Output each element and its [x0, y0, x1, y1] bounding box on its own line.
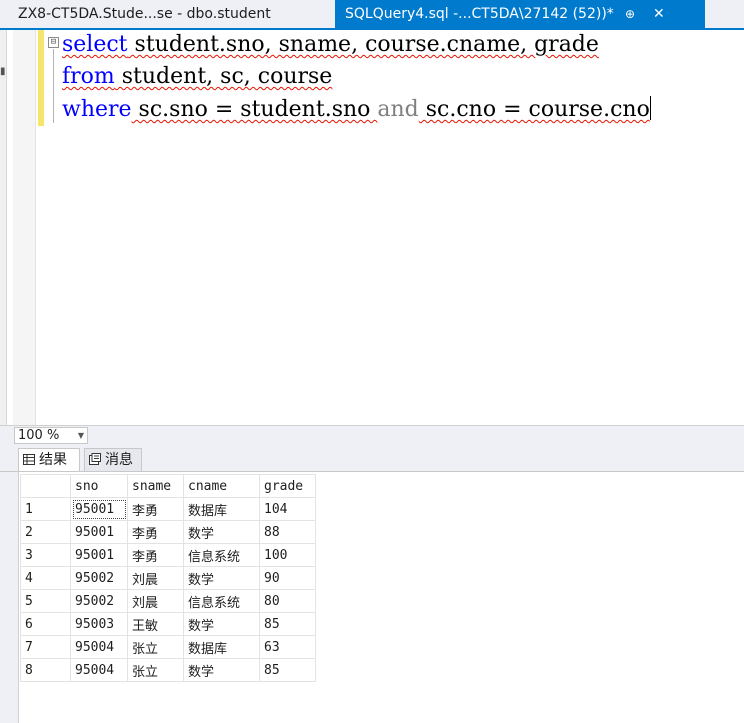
cell-sname[interactable]: 刘晨: [127, 566, 184, 590]
zoom-bar: 100 % ▼: [0, 425, 744, 446]
document-tab-strip: ZX8-CT5DA.Stude...se - dbo.student SQLQu…: [0, 0, 744, 28]
zoom-value: 100 %: [18, 428, 60, 443]
cell-cname[interactable]: 数学: [183, 566, 260, 590]
results-tab-strip: 结果 消息: [0, 445, 744, 472]
cell-sname[interactable]: 李勇: [127, 520, 184, 544]
table-row[interactable]: 7 95004 张立 数据库 63: [20, 635, 316, 659]
row-number[interactable]: 7: [20, 635, 71, 659]
cell-sno[interactable]: 95001: [70, 497, 128, 521]
row-number[interactable]: 4: [20, 566, 71, 590]
cell-grade[interactable]: 90: [259, 566, 316, 590]
cell-sname[interactable]: 张立: [127, 635, 184, 659]
grid-icon: [23, 449, 39, 471]
margin-marker-icon: ▮: [0, 66, 6, 77]
row-number[interactable]: 5: [20, 589, 71, 613]
keyword-from: from: [62, 64, 115, 89]
tab-messages[interactable]: 消息: [84, 448, 142, 471]
column-header-grade[interactable]: grade: [259, 474, 316, 498]
cell-grade[interactable]: 85: [259, 658, 316, 682]
cell-cname[interactable]: 数据库: [183, 635, 260, 659]
table-row[interactable]: 1 95001 李勇 数据库 104: [20, 497, 316, 521]
results-left-margin: [0, 472, 19, 723]
cell-grade[interactable]: 88: [259, 520, 316, 544]
table-row[interactable]: 6 95003 王敏 数学 85: [20, 612, 316, 636]
code-line-2-text: student, sc, course: [114, 64, 333, 89]
column-header-rownum[interactable]: [20, 474, 71, 498]
tab-messages-label: 消息: [105, 452, 133, 468]
column-header-cname[interactable]: cname: [183, 474, 260, 498]
zoom-select[interactable]: 100 % ▼: [14, 427, 88, 444]
row-number[interactable]: 6: [20, 612, 71, 636]
cell-cname[interactable]: 数据库: [183, 497, 260, 521]
cell-grade[interactable]: 63: [259, 635, 316, 659]
query-editor[interactable]: ▮ ⊟ select student.sno, sname, course.cn…: [0, 30, 744, 425]
code-line-3[interactable]: where sc.sno = student.sno and sc.cno = …: [62, 96, 651, 122]
cell-grade[interactable]: 104: [259, 497, 316, 521]
code-line-3-text-a: sc.sno = student.sno: [131, 97, 378, 122]
cell-sname[interactable]: 张立: [127, 658, 184, 682]
cell-sname[interactable]: 李勇: [127, 543, 184, 567]
cell-grade[interactable]: 100: [259, 543, 316, 567]
keyword-select: select: [62, 32, 128, 57]
tab-sqlquery4-label: SQLQuery4.sql -...CT5DA\27142 (52))*: [345, 6, 614, 22]
code-line-3-text-b: sc.cno = course.cno: [418, 97, 650, 122]
code-line-1-text: student.sno, sname, course.cname, grade: [127, 32, 599, 57]
code-line-2[interactable]: from student, sc, course: [62, 64, 332, 89]
cell-grade[interactable]: 85: [259, 612, 316, 636]
grid-header-row: sno sname cname grade: [20, 474, 316, 498]
editor-left-margin: [0, 30, 7, 425]
cell-cname[interactable]: 信息系统: [183, 589, 260, 613]
keyword-and: and: [377, 97, 419, 122]
column-header-sname[interactable]: sname: [127, 474, 184, 498]
collapse-icon[interactable]: ⊟: [48, 37, 59, 48]
row-number[interactable]: 3: [20, 543, 71, 567]
text-caret: [649, 96, 651, 120]
cell-sname[interactable]: 王敏: [127, 612, 184, 636]
chevron-down-icon[interactable]: ▼: [78, 428, 84, 443]
changed-lines-indicator: [38, 30, 44, 126]
tab-student-table[interactable]: ZX8-CT5DA.Stude...se - dbo.student: [0, 0, 335, 28]
line-number-gutter: [13, 30, 36, 425]
close-icon[interactable]: ✕: [653, 0, 665, 28]
cell-sno[interactable]: 95001: [70, 543, 128, 567]
row-number[interactable]: 2: [20, 520, 71, 544]
cell-sno[interactable]: 95004: [70, 658, 128, 682]
cell-cname[interactable]: 数学: [183, 612, 260, 636]
cell-cname[interactable]: 数学: [183, 520, 260, 544]
table-row[interactable]: 3 95001 李勇 信息系统 100: [20, 543, 316, 567]
cell-sno[interactable]: 95001: [70, 520, 128, 544]
pin-icon[interactable]: ⊕: [625, 0, 635, 28]
keyword-where: where: [62, 97, 132, 122]
cell-sno[interactable]: 95002: [70, 566, 128, 590]
results-grid-area: sno sname cname grade 1 95001 李勇 数据库 104…: [0, 472, 744, 723]
cell-cname[interactable]: 信息系统: [183, 543, 260, 567]
table-row[interactable]: 5 95002 刘晨 信息系统 80: [20, 589, 316, 613]
table-row[interactable]: 4 95002 刘晨 数学 90: [20, 566, 316, 590]
cell-sname[interactable]: 刘晨: [127, 589, 184, 613]
table-row[interactable]: 2 95001 李勇 数学 88: [20, 520, 316, 544]
cell-grade[interactable]: 80: [259, 589, 316, 613]
cell-sno[interactable]: 95004: [70, 635, 128, 659]
code-line-1[interactable]: select student.sno, sname, course.cname,…: [62, 32, 599, 57]
row-number[interactable]: 8: [20, 658, 71, 682]
tab-results[interactable]: 结果: [18, 448, 80, 471]
table-row[interactable]: 8 95004 张立 数学 85: [20, 658, 316, 682]
cell-sname[interactable]: 李勇: [127, 497, 184, 521]
tab-results-label: 结果: [39, 452, 67, 468]
column-header-sno[interactable]: sno: [70, 474, 128, 498]
row-number[interactable]: 1: [20, 497, 71, 521]
messages-icon: [89, 449, 105, 471]
tab-student-table-label: ZX8-CT5DA.Stude...se - dbo.student: [18, 6, 271, 22]
cell-sno[interactable]: 95003: [70, 612, 128, 636]
cell-cname[interactable]: 数学: [183, 658, 260, 682]
results-grid[interactable]: sno sname cname grade 1 95001 李勇 数据库 104…: [20, 474, 316, 682]
cell-sno[interactable]: 95002: [70, 589, 128, 613]
tab-sqlquery4[interactable]: SQLQuery4.sql -...CT5DA\27142 (52))* ⊕ ✕: [335, 0, 705, 28]
fold-guide-line: [53, 49, 54, 123]
